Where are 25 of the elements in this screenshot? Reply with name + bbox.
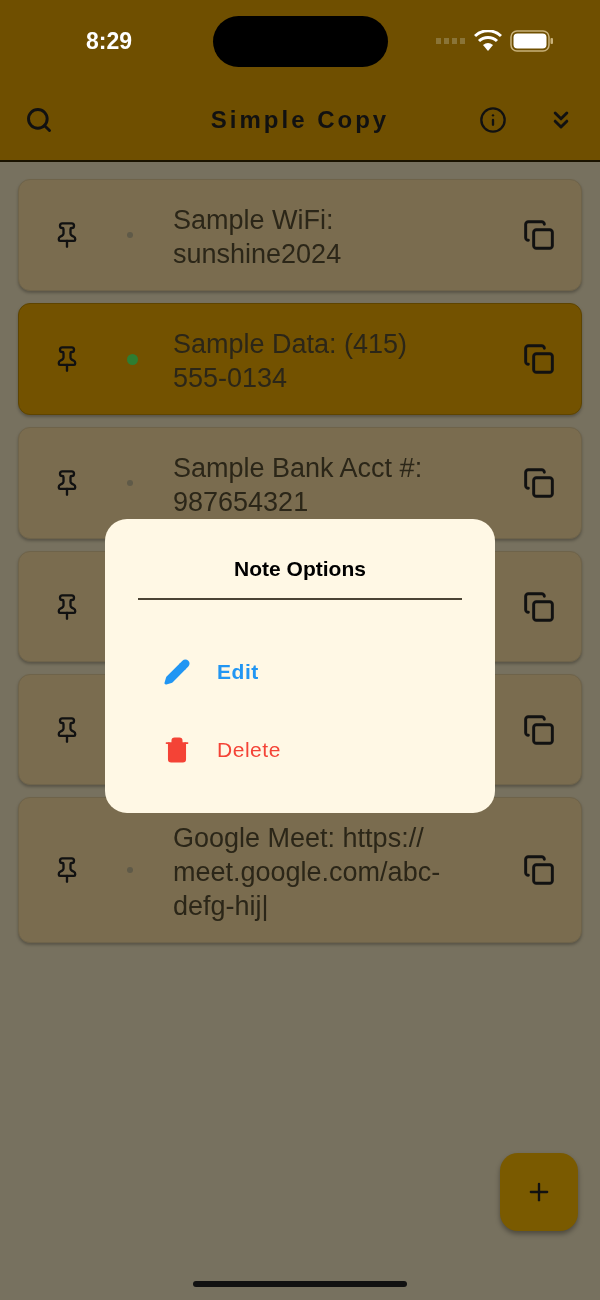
note-text: Sample Bank Acct #: 987654321 — [173, 452, 424, 519]
info-icon[interactable] — [479, 106, 507, 134]
search-icon[interactable] — [25, 106, 53, 134]
menu-option[interactable]: Edit — [217, 655, 259, 688]
menu-option[interactable]: Delete — [217, 733, 281, 766]
note-card[interactable]: Sample Data: (415) 555-0134 — [18, 303, 582, 415]
note-text: Sample Data: (415) 555-0134 — [173, 328, 409, 395]
signal-icon — [436, 38, 466, 44]
note-card[interactable]: Sample WiFi: sunshine2024 — [18, 179, 582, 291]
pencil-icon — [163, 657, 191, 686]
app-title: Simple Copy — [210, 105, 390, 135]
battery-icon — [510, 30, 554, 52]
copy-icon[interactable] — [523, 713, 555, 746]
copy-icon[interactable] — [523, 343, 555, 375]
note-text: Google Meet: https:// meet.google.com/abc- defg-hij| — [173, 822, 442, 923]
trash-icon — [163, 735, 191, 764]
note-card[interactable]: Google Meet: https:// meet.google.com/abc- defg-hij| — [18, 797, 582, 943]
dialog-title: Note Options — [234, 556, 366, 582]
copy-icon[interactable] — [523, 219, 555, 251]
note-text: Sample WiFi: sunshine2024 — [173, 204, 343, 271]
copy-icon[interactable] — [523, 590, 555, 623]
wifi-icon — [474, 30, 502, 52]
status-time: 8:29 — [86, 26, 133, 56]
copy-icon[interactable] — [523, 854, 555, 886]
copy-icon[interactable] — [523, 467, 555, 499]
